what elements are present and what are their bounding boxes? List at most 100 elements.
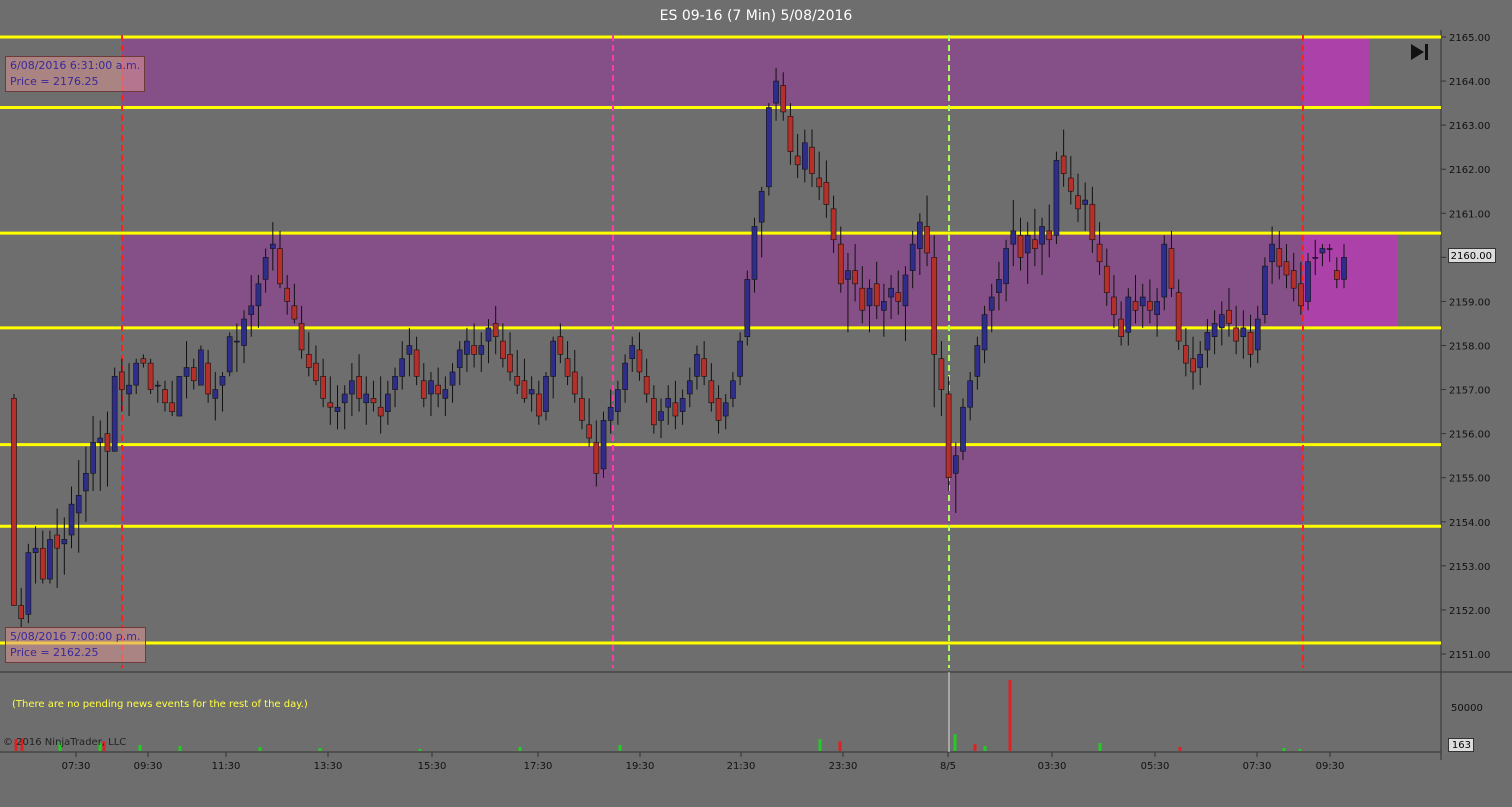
candle-body (97, 437, 104, 443)
candle-body (1254, 318, 1261, 351)
candle-body (25, 552, 32, 615)
candle-body (1046, 230, 1053, 241)
candle-body (1290, 270, 1297, 289)
candle-body (744, 279, 751, 337)
candle-body (571, 371, 578, 395)
candle-body (852, 270, 858, 285)
candle-body (1269, 243, 1275, 263)
candle-body (1240, 327, 1247, 337)
candle-body (550, 340, 557, 377)
candle-body (83, 473, 89, 492)
candle-body (924, 226, 930, 254)
candle-body (277, 248, 283, 285)
price-tick-label: 2155.00 (1449, 474, 1490, 485)
candle-body (154, 384, 161, 387)
candle-body (1211, 323, 1218, 337)
volume-bar (318, 748, 322, 751)
info-box-top-date: 6/08/2016 6:31:00 a.m. (10, 59, 141, 72)
candle-body (557, 336, 564, 355)
candle-body (370, 398, 377, 404)
candle-body (917, 221, 923, 249)
candle-body (1341, 257, 1347, 280)
candle-body (428, 380, 434, 395)
volume-bar (178, 746, 182, 751)
info-box-bottom-date: 5/08/2016 7:00:00 p.m. (10, 630, 141, 643)
time-tick-label: 13:30 (314, 761, 343, 772)
volume-bar (138, 745, 142, 751)
candle-body (305, 354, 312, 368)
candle-body (1197, 354, 1204, 368)
time-tick-label: 03:30 (1038, 761, 1067, 772)
time-tick-label: 17:30 (524, 761, 553, 772)
candle-body (435, 384, 441, 395)
info-box-bottom: 5/08/2016 7:00:00 p.m. Price = 2162.25 (5, 627, 146, 663)
candle-body (1111, 296, 1117, 315)
volume-bar (618, 745, 622, 751)
candle-body (269, 243, 276, 249)
current-price-label: 2160.00 (1448, 248, 1496, 263)
candle-body (543, 376, 549, 412)
candle-body (1154, 301, 1160, 315)
price-tick-label: 2153.00 (1449, 562, 1490, 573)
candle-body (830, 208, 837, 241)
candle-body (169, 402, 175, 412)
candle-body (643, 376, 650, 395)
candle-body (694, 354, 700, 377)
time-axis: 07:30 09:30 11:30 13:30 15:30 17:30 19:30 21:30… (62, 752, 1344, 772)
candle-body (183, 367, 190, 377)
candle-body (651, 398, 657, 426)
candle-body (1333, 270, 1340, 280)
candle-body (1053, 160, 1060, 236)
candle-body (147, 362, 154, 390)
candle-body (837, 243, 844, 285)
candle-body (873, 283, 880, 307)
candle-body (1190, 358, 1196, 373)
candle-body (722, 402, 729, 417)
time-tick-label: 23:30 (829, 761, 858, 772)
price-tick-label: 2163.00 (1449, 121, 1490, 132)
candle-body (845, 270, 851, 280)
candle-body (600, 420, 607, 470)
candle-body (349, 380, 355, 395)
candle-body (11, 398, 17, 606)
candle-body (1075, 195, 1081, 210)
candle-body (607, 406, 614, 421)
candle-body (61, 539, 68, 545)
candle-body (1132, 301, 1139, 311)
candle-body (456, 349, 463, 368)
candle-body (945, 393, 952, 479)
candle-body (1168, 248, 1175, 289)
candle-body (284, 287, 291, 302)
candle-body (967, 380, 973, 408)
candle-body (1147, 301, 1153, 311)
candle-body (420, 380, 427, 399)
candle-body (327, 402, 334, 408)
candle-body (859, 287, 866, 311)
candle-body (1326, 248, 1333, 250)
candle-body (622, 362, 628, 390)
candle-body (442, 389, 449, 399)
candle-body (241, 318, 247, 346)
candle-body (1305, 261, 1311, 302)
price-tick-label: 2165.00 (1449, 33, 1490, 44)
candle-body (629, 345, 636, 360)
candle-body (39, 547, 46, 580)
candle-body (1032, 239, 1038, 249)
candle-body (198, 349, 204, 386)
candle-body (219, 376, 226, 386)
candle-body (579, 398, 585, 421)
candle-body (1218, 314, 1225, 329)
price-chart[interactable]: 2151.00 2152.00 2153.00 2154.00 2155.00 2156.… (0, 0, 1512, 807)
candle-body (1276, 248, 1283, 267)
candle-body (701, 358, 707, 377)
candle-body (960, 406, 966, 452)
candle-body (1017, 235, 1024, 258)
candle-body (104, 433, 111, 452)
candle-body (162, 389, 168, 404)
candle-body (1262, 265, 1268, 315)
volume-bar (1298, 749, 1302, 751)
candle-body (492, 323, 499, 337)
candle-body (766, 107, 772, 188)
candle-body (226, 336, 233, 373)
current-volume-label: 163 (1448, 738, 1474, 752)
